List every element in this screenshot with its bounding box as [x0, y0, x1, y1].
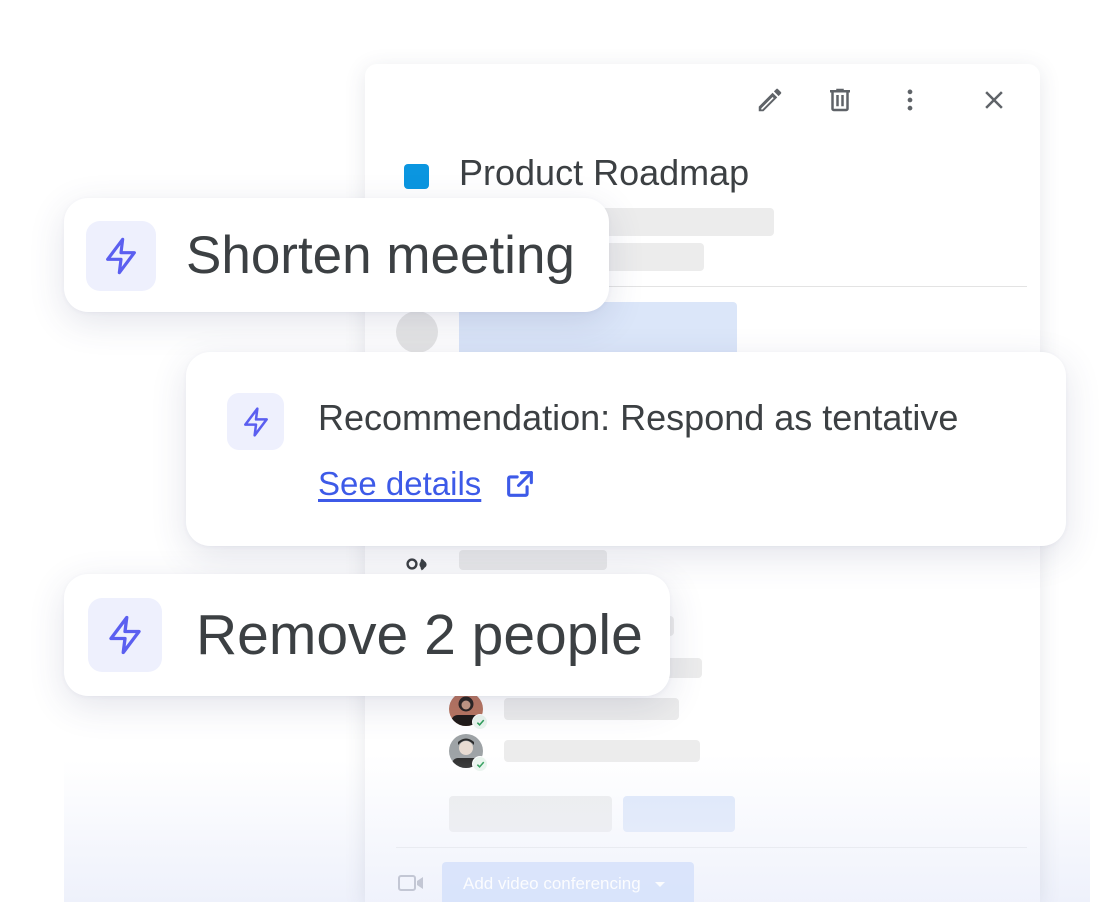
lightning-bolt-badge [227, 393, 284, 450]
attendee-name-placeholder [504, 740, 700, 762]
suggestion-recommendation: Recommendation: Respond as tentative See… [186, 352, 1066, 546]
divider [396, 847, 1027, 848]
event-title: Product Roadmap [459, 152, 750, 193]
more-vert-icon [907, 89, 913, 111]
video-camera-icon [398, 875, 423, 891]
edit-button[interactable] [752, 82, 788, 118]
lightning-bolt-icon [109, 615, 141, 655]
add-video-conferencing-button[interactable]: Add video conferencing [442, 862, 694, 902]
organizer-avatar-placeholder [396, 311, 438, 353]
attendee-avatar [449, 692, 488, 730]
trash-icon [830, 88, 850, 112]
event-color-swatch [404, 164, 429, 189]
rsvp-option-placeholder[interactable] [449, 796, 612, 832]
suggestion-label: Shorten meeting [186, 226, 575, 285]
guest-count-placeholder [459, 550, 607, 570]
attendee-name-placeholder [504, 698, 679, 720]
see-details-label: See details [318, 465, 482, 502]
delete-button[interactable] [822, 82, 858, 118]
lightning-bolt-badge [88, 598, 162, 672]
accepted-check-icon [472, 756, 488, 772]
lightning-bolt-badge [86, 221, 156, 291]
chevron-down-icon [654, 881, 665, 887]
suggestion-shorten-meeting[interactable]: Shorten meeting [64, 198, 609, 312]
accepted-check-icon [472, 714, 488, 730]
suggestion-remove-people[interactable]: Remove 2 people [64, 574, 670, 696]
video-button-label: Add video conferencing [463, 874, 641, 893]
attendee-avatar [449, 734, 488, 772]
people-icon [406, 558, 427, 571]
close-icon [985, 91, 1003, 109]
rsvp-option-placeholder[interactable] [623, 796, 735, 832]
pencil-icon [758, 88, 782, 112]
lightning-bolt-icon [243, 406, 268, 437]
lightning-bolt-icon [106, 237, 136, 275]
suggestion-label: Remove 2 people [196, 603, 643, 667]
more-options-button[interactable] [892, 82, 928, 118]
recommendation-text: Recommendation: Respond as tentative [318, 397, 959, 438]
external-link-icon [507, 471, 534, 497]
see-details-link[interactable]: See details [318, 464, 537, 504]
close-button[interactable] [976, 82, 1012, 118]
